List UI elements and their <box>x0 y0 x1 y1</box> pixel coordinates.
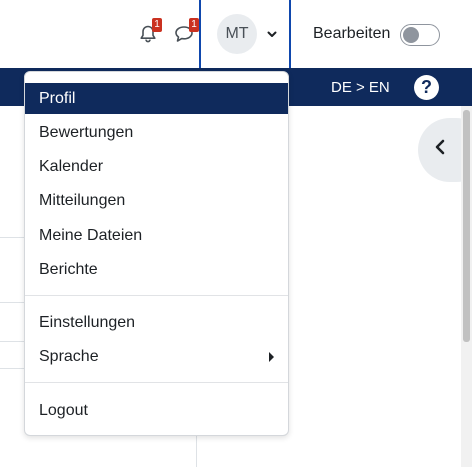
menu-item-einstellungen[interactable]: Einstellungen <box>25 307 288 338</box>
content-divider <box>0 341 24 342</box>
question-icon[interactable]: ? <box>414 75 439 100</box>
menu-item-sprache[interactable]: Sprache <box>25 341 288 372</box>
menu-item-mitteilungen[interactable]: Mitteilungen <box>25 185 288 216</box>
menu-item-berichte[interactable]: Berichte <box>25 254 288 285</box>
caret-right-icon <box>269 352 274 362</box>
edit-mode-toggle[interactable] <box>400 24 440 46</box>
content-divider <box>0 302 24 303</box>
notifications-count-badge: 1 <box>152 18 162 32</box>
menu-item-profil[interactable]: Profil <box>25 83 288 114</box>
user-dropdown-menu: Profil Bewertungen Kalender Mitteilungen… <box>24 71 289 436</box>
edit-mode-label: Bearbeiten <box>313 25 391 42</box>
toggle-knob <box>403 27 419 43</box>
language-selector[interactable]: DE > EN <box>331 79 390 96</box>
avatar: MT <box>217 14 257 54</box>
menu-divider <box>25 295 288 296</box>
menu-item-logout[interactable]: Logout <box>25 395 288 426</box>
chevron-down-icon <box>267 31 277 38</box>
menu-item-meine-dateien[interactable]: Meine Dateien <box>25 220 288 251</box>
content-divider <box>0 237 24 238</box>
user-menu-toggle[interactable]: MT <box>199 0 291 68</box>
scrollbar-thumb[interactable] <box>463 110 470 342</box>
menu-item-bewertungen[interactable]: Bewertungen <box>25 117 288 148</box>
chevron-left-icon <box>434 139 446 160</box>
top-header: 1 1 MT Bearbeiten <box>0 0 472 68</box>
content-divider <box>0 368 24 369</box>
messages-count-badge: 1 <box>189 18 199 32</box>
menu-item-kalender[interactable]: Kalender <box>25 151 288 182</box>
menu-divider <box>25 382 288 383</box>
menu-item-label: Sprache <box>39 348 99 365</box>
